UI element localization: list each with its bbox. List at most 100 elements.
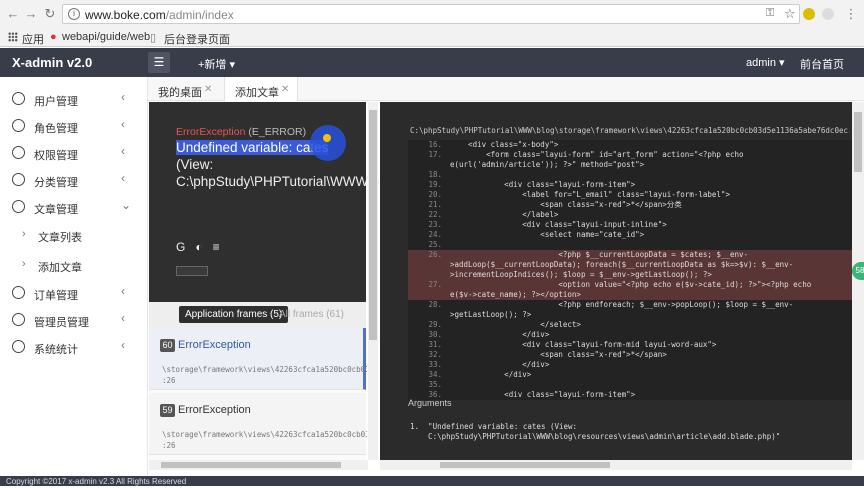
code-panel: C:\phpStudy\PHPTutorial\WWW\blog\storage… — [380, 102, 852, 460]
line-number: 17. — [428, 150, 442, 159]
sidebar-subitem-add-article[interactable]: › 添加文章 — [0, 251, 148, 279]
category-icon — [12, 173, 25, 186]
bookmarks-bar: 应用 ● webapi/guide/web ▯ 后台登录页面 — [0, 28, 864, 46]
menu-dots-icon[interactable]: ⋮ — [844, 7, 858, 21]
forward-icon[interactable]: → — [24, 7, 38, 21]
code-line: 25. — [408, 240, 852, 250]
chevron-left-icon: ‹ — [121, 117, 125, 131]
code-line: 26. <?php $__currentLoopData = $cates; $… — [408, 250, 852, 260]
exception-class: ErrorException — [176, 126, 246, 138]
close-icon[interactable]: ✕ — [281, 84, 289, 95]
application-frames-button[interactable]: Application frames (5) — [179, 306, 289, 323]
frames-scrollbar[interactable] — [368, 102, 378, 460]
address-bar[interactable]: i www.boke.com/admin/index ⚿ ☆ — [62, 4, 800, 24]
code-line: 30. </div> — [408, 330, 852, 340]
frame-item[interactable]: 59 ErrorException \storage\framework\vie… — [149, 393, 367, 455]
info-icon[interactable]: i — [68, 8, 80, 20]
user-dropdown[interactable]: admin ▾ — [746, 56, 785, 69]
sidebar-item-label: 角色管理 — [34, 123, 78, 135]
scrollbar-thumb[interactable] — [369, 110, 377, 340]
code-line: 29. </select> — [408, 320, 852, 330]
exception-message-highlight: Undefined variable: cates — [176, 140, 329, 155]
url-text[interactable]: www.boke.com/admin/index — [85, 8, 234, 22]
line-number: 20. — [428, 190, 442, 199]
sidebar-item-roles[interactable]: 角色管理 ‹ — [0, 113, 148, 140]
scrollbar-thumb[interactable] — [854, 112, 862, 172]
line-number: 16. — [428, 140, 442, 149]
key-icon[interactable]: ⚿ — [766, 7, 774, 20]
code-text: <span class="x-red">*</span>分类 — [450, 200, 682, 209]
bookmark-webapi[interactable]: webapi/guide/web — [62, 31, 150, 43]
code-line: 18. — [408, 170, 852, 180]
code-text: >incrementLoopIndices(); $loop = $__env-… — [450, 270, 712, 279]
line-number: 31. — [428, 340, 442, 349]
duckduckgo-icon[interactable]: ◐ — [195, 240, 202, 254]
file-path: C:\phpStudy\PHPTutorial\WWW\blog\storage… — [410, 126, 850, 135]
extension-icon[interactable] — [803, 8, 815, 20]
sidebar-item-label: 用户管理 — [34, 96, 78, 108]
code-line: e($v->cate_name); ?></option> — [408, 290, 852, 300]
all-frames-button[interactable]: All frames (61) — [279, 309, 344, 320]
page-scrollbar[interactable] — [852, 102, 864, 460]
sidebar-item-permissions[interactable]: 权限管理 ‹ — [0, 140, 148, 167]
code-line: e(url('admin/article')); ?>" method="pos… — [408, 160, 852, 170]
sidebar-item-categories[interactable]: 分类管理 ‹ — [0, 167, 148, 194]
sidebar-item-statistics[interactable]: 系统统计 ‹ — [0, 334, 148, 361]
close-icon[interactable]: ✕ — [204, 84, 212, 95]
chevron-left-icon: ‹ — [121, 90, 125, 104]
code-line: 34. </div> — [408, 370, 852, 380]
copy-button[interactable] — [176, 266, 208, 276]
line-number: 25. — [428, 240, 442, 249]
extension-icon-2[interactable] — [822, 8, 834, 20]
stackoverflow-icon[interactable]: ≡ — [213, 240, 220, 254]
sidebar-item-articles[interactable]: 文章管理 ⌄ — [0, 194, 148, 221]
sidebar-item-label: 管理员管理 — [34, 317, 89, 329]
back-icon[interactable]: ← — [6, 7, 20, 21]
frame-item[interactable]: 60 ErrorException \storage\framework\vie… — [149, 328, 367, 390]
frames-hscrollbar[interactable] — [149, 460, 368, 470]
code-text: e($v->cate_name); ?></option> — [450, 290, 581, 299]
code-text: <div class="x-body"> — [450, 140, 559, 149]
code-text: e(url('admin/article')); ?>" method="pos… — [450, 160, 645, 169]
menu-toggle-button[interactable]: ☰ — [148, 52, 170, 73]
code-text: </div> — [450, 330, 550, 339]
scrollbar-thumb[interactable] — [161, 462, 341, 468]
sidebar-item-admins[interactable]: 管理员管理 ‹ — [0, 307, 148, 334]
code-hscrollbar[interactable] — [380, 460, 852, 470]
code-line: 27. <option value="<?php echo e($v->cate… — [408, 280, 852, 290]
code-line: 33. </div> — [408, 360, 852, 370]
exception-code: (E_ERROR) — [248, 126, 307, 138]
add-new-dropdown[interactable]: +新增 ▾ — [198, 56, 235, 72]
bookmark-login-page[interactable]: 后台登录页面 — [164, 31, 230, 47]
cursor-marker — [323, 134, 331, 142]
code-text: >addLoop($__currentLoopData); foreach($_… — [450, 260, 794, 269]
reload-icon[interactable]: ↻ — [43, 7, 57, 21]
floating-badge[interactable]: 58 — [852, 262, 864, 280]
bookmark-apps[interactable]: 应用 — [22, 31, 44, 47]
sidebar-item-orders[interactable]: 订单管理 ‹ — [0, 280, 148, 307]
chevron-left-icon: ‹ — [121, 338, 125, 352]
code-line: >addLoop($__currentLoopData); foreach($_… — [408, 260, 852, 270]
statistics-icon — [12, 340, 25, 353]
code-text: <?php endforeach; $__env->popLoop(); $lo… — [450, 300, 794, 309]
line-number: 30. — [428, 330, 442, 339]
tab-add-article[interactable]: 添加文章 ✕ — [224, 77, 298, 101]
code-text: <div class="layui-form-mid layui-word-au… — [450, 340, 717, 349]
page-icon: ▯ — [150, 32, 157, 44]
sidebar-item-users[interactable]: 用户管理 ‹ — [0, 86, 148, 113]
chevron-left-icon: ‹ — [121, 311, 125, 325]
code-text: </div> — [450, 360, 550, 369]
tab-my-desktop[interactable]: 我的桌面 ✕ — [148, 77, 222, 101]
line-number: 19. — [428, 180, 442, 189]
code-line: 16. <div class="x-body"> — [408, 140, 852, 150]
frontend-home-link[interactable]: 前台首页 — [800, 56, 844, 72]
chevron-left-icon: ‹ — [121, 284, 125, 298]
scrollbar-thumb[interactable] — [440, 462, 610, 468]
apps-icon[interactable] — [8, 32, 18, 42]
code-line: 36. <div class="layui-form-item"> — [408, 390, 852, 400]
google-icon[interactable]: G — [176, 240, 185, 254]
sidebar-subitem-article-list[interactable]: › 文章列表 — [0, 221, 148, 249]
bookmark-star-icon[interactable]: ☆ — [784, 6, 796, 22]
app-header: X-admin v2.0 ☰ +新增 ▾ admin ▾ 前台首页 — [0, 48, 864, 77]
sidebar-item-label: 系统统计 — [34, 344, 78, 356]
